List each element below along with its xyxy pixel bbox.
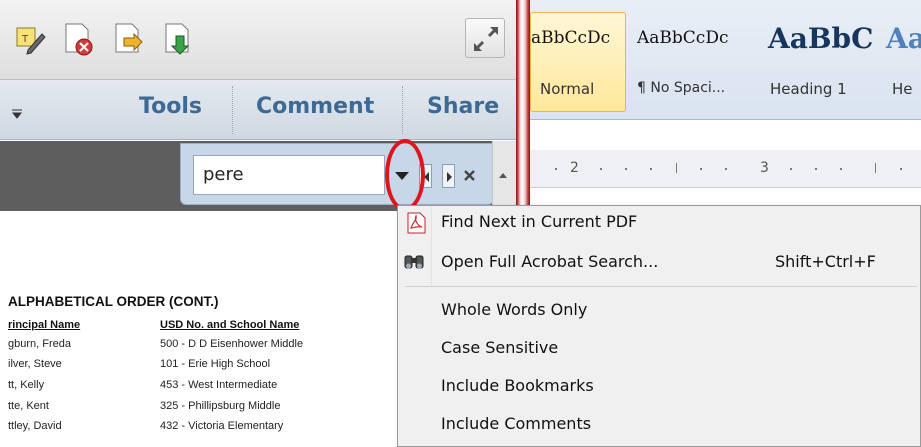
close-icon[interactable] [463,164,477,188]
ruler-dot [700,168,702,170]
ruler-dot [600,168,602,170]
binoculars-icon [403,250,425,272]
tab-share[interactable]: Share [427,94,499,119]
style-no-spacing[interactable] [628,12,762,112]
find-next-button[interactable] [442,164,455,188]
menu-label: Case Sensitive [441,338,559,357]
menu-label: Whole Words Only [441,300,588,319]
table-cell: 101 - Erie High School [160,358,271,370]
ruler-number: 3 [760,160,769,176]
document-heading: ALPHABETICAL ORDER (CONT.) [8,294,219,309]
table-cell: ttley, David [8,420,62,432]
edit-note-icon[interactable]: T [14,22,46,56]
menu-label: Open Full Acrobat Search... [441,252,659,271]
style-preview: Aa [886,22,921,55]
style-name: He [892,80,913,98]
download-file-icon[interactable] [162,22,194,56]
table-cell: ilver, Steve [8,358,62,370]
style-preview: aBbCcDc [531,28,611,48]
export-file-icon[interactable] [112,22,144,56]
column-header-school: USD No. and School Name [160,319,300,331]
style-preview: AaBbCcDc [637,28,729,48]
ruler-tick [676,163,677,173]
tab-comment[interactable]: Comment [256,94,374,119]
ruler-dot [555,168,557,170]
ruler-dot [650,168,652,170]
table-cell: tte, Kent [8,400,49,412]
style-name: Normal [540,80,595,98]
ruler-dot [725,168,727,170]
tab-separator [402,86,403,134]
ruler-number: 2 [570,160,579,176]
table-cell: tt, Kelly [8,379,45,391]
table-cell: 325 - Phillipsburg Middle [160,400,281,412]
ruler-dot [840,168,842,170]
style-name: ¶ No Spaci... [637,80,726,96]
ruler-dot [815,168,817,170]
menu-shortcut: Shift+Ctrl+F [775,252,876,271]
table-cell: 500 - D D Eisenhower Middle [160,338,304,350]
fullscreen-icon[interactable] [465,18,505,58]
menu-arrow-icon[interactable] [11,104,23,119]
ruler-dot [900,168,902,170]
menu-label: Include Bookmarks [441,376,594,395]
red-highlight-circle [385,139,425,211]
tab-separator [232,86,233,134]
delete-file-icon[interactable] [62,22,94,56]
menu-label: Find Next in Current PDF [441,212,638,231]
menu-separator [405,286,917,287]
table-cell: 453 - West Intermediate [160,379,278,391]
scroll-up-icon[interactable] [496,166,510,178]
menu-label: Include Comments [441,414,592,433]
table-cell: gburn, Freda [8,338,71,350]
ruler-dot [790,168,792,170]
pdf-icon [405,212,427,234]
find-input[interactable]: pere [193,155,385,195]
ruler-tick [875,163,876,173]
style-preview: AaBbC [768,22,874,55]
table-cell: 432 - Victoria Elementary [160,420,284,432]
style-name: Heading 1 [770,80,847,98]
ruler-dot [625,168,627,170]
svg-text:T: T [21,34,29,45]
column-header-principal: rincipal Name [8,319,81,331]
tab-tools[interactable]: Tools [139,94,202,119]
